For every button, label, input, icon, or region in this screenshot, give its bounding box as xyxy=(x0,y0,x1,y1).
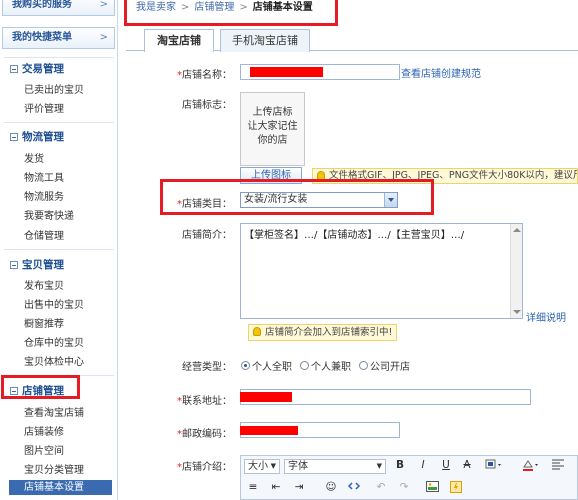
shop-rules-link[interactable]: 查看店铺创建规范 xyxy=(401,65,481,80)
sidebar-item-publish[interactable]: 发布宝贝 xyxy=(24,277,64,292)
purchased-services-button[interactable]: 我购买的服务 > xyxy=(2,0,115,16)
emoticon-icon[interactable]: ☺ xyxy=(324,481,338,493)
collapse-icon xyxy=(10,64,18,73)
section-trade[interactable]: 交易管理 xyxy=(10,61,64,76)
sidebar-item-sold-items[interactable]: 已卖出的宝贝 xyxy=(24,81,84,96)
section-title: 交易管理 xyxy=(22,63,64,75)
bg-color-icon[interactable] xyxy=(521,458,541,475)
scrollbar[interactable] xyxy=(510,224,522,318)
section-logistics[interactable]: 物流管理 xyxy=(10,129,64,144)
chevron-right-icon: > xyxy=(99,32,108,43)
sidebar-item-logistics-service[interactable]: 物流服务 xyxy=(24,188,64,203)
highlight-box xyxy=(160,179,434,215)
sidebar-item-basic-settings[interactable]: 店铺基本设置 xyxy=(9,480,112,495)
shortcut-menu-button[interactable]: 我的快捷菜单 > xyxy=(2,27,115,49)
radio-parttime[interactable]: 个人兼职 xyxy=(300,358,351,373)
intro-tip: 店铺简介会加入到店铺索引中! xyxy=(248,324,398,341)
highlight-box xyxy=(124,0,338,26)
logo-hint-line: 你的店 xyxy=(257,135,288,146)
chevron-down-icon: ▼ xyxy=(270,462,276,470)
sidebar: 我购买的服务 > 我的快捷菜单 > 交易管理 已卖出的宝贝 评价管理 物流管理 … xyxy=(0,0,118,500)
sidebar-item-logistics-tools[interactable]: 物流工具 xyxy=(24,169,64,184)
logo-hint-line: 上传店标 xyxy=(252,107,293,118)
redaction xyxy=(250,67,323,77)
shortcut-menu-label: 我的快捷菜单 xyxy=(12,32,72,43)
align-left-icon[interactable] xyxy=(551,459,565,473)
sidebar-item-ship[interactable]: 发货 xyxy=(24,150,44,165)
section-title: 物流管理 xyxy=(22,131,64,143)
scroll-up-icon[interactable] xyxy=(513,228,521,232)
description-label: *店铺介绍： xyxy=(177,462,232,473)
sidebar-item-view-shop[interactable]: 查看淘宝店铺 xyxy=(24,404,84,419)
font-color-icon[interactable] xyxy=(484,458,504,475)
scroll-down-icon[interactable] xyxy=(513,310,521,314)
radio-unchecked-icon xyxy=(359,361,368,370)
sidebar-item-decorate[interactable]: 店铺装修 xyxy=(24,423,64,438)
collapse-icon xyxy=(10,132,18,141)
bold-button[interactable]: B xyxy=(393,459,407,471)
sidebar-item-warehouse[interactable]: 仓储管理 xyxy=(24,227,64,242)
tab-taobao-shop[interactable]: 淘宝店铺 xyxy=(144,29,214,52)
intro-label: 店铺简介： xyxy=(182,230,232,241)
divider xyxy=(4,122,114,123)
sidebar-item-reviews[interactable]: 评价管理 xyxy=(24,100,64,115)
underline-button[interactable]: U xyxy=(439,459,453,471)
link-icon[interactable] xyxy=(347,481,361,494)
logo-hint-line: 让大家记住 xyxy=(247,121,298,132)
undo-icon[interactable]: ↶ xyxy=(374,481,388,493)
tab-mobile-shop[interactable]: 手机淘宝店铺 xyxy=(220,29,310,52)
font-size-select[interactable]: 大小 ▼ xyxy=(244,459,280,474)
logo-label: 店铺标志： xyxy=(182,100,232,111)
sidebar-item-showcase[interactable]: 橱窗推荐 xyxy=(24,315,64,330)
logo-upload-area[interactable]: 上传店标 让大家记住 你的店 xyxy=(240,92,305,166)
outdent-icon[interactable]: ⇤ xyxy=(269,481,283,493)
redaction xyxy=(240,392,292,402)
font-family-select[interactable]: 字体 ▼ xyxy=(284,459,386,474)
intro-textarea[interactable]: 【掌柜签名】…/【店铺动态】…/【主营宝贝】…/ xyxy=(240,223,523,319)
sidebar-item-on-sale[interactable]: 出售中的宝贝 xyxy=(24,296,84,311)
redaction xyxy=(240,426,298,435)
flash-icon[interactable] xyxy=(449,481,463,496)
divider xyxy=(4,57,114,58)
section-items[interactable]: 宝贝管理 xyxy=(10,257,64,272)
business-type-radios: 个人全职 个人兼职 公司开店 xyxy=(241,358,410,373)
tab-bar: 淘宝店铺 手机淘宝店铺 xyxy=(126,27,578,52)
redo-icon[interactable]: ↷ xyxy=(397,481,411,493)
shop-name-label: *店铺名称： xyxy=(177,70,232,81)
italic-button[interactable]: I xyxy=(416,459,430,471)
sidebar-item-category-manage[interactable]: 宝贝分类管理 xyxy=(24,461,84,476)
purchased-services-label: 我购买的服务 xyxy=(12,0,72,10)
intro-tip-text: 店铺简介会加入到店铺索引中! xyxy=(265,327,393,338)
strikethrough-button[interactable]: A xyxy=(460,459,474,471)
intro-text: 【掌柜签名】…/【店铺动态】…/【主营宝贝】…/ xyxy=(244,230,465,241)
radio-unchecked-icon xyxy=(300,361,309,370)
sidebar-item-health-check[interactable]: 宝贝体检中心 xyxy=(24,353,84,368)
chevron-right-icon: > xyxy=(99,0,108,10)
divider xyxy=(4,249,114,250)
collapse-icon xyxy=(10,260,18,269)
lightbulb-icon xyxy=(253,327,261,336)
list-icon[interactable]: ≡ xyxy=(246,481,260,493)
sidebar-item-image-space[interactable]: 图片空间 xyxy=(24,442,64,457)
highlight-box xyxy=(1,375,80,399)
rich-text-editor: 大小 ▼ 字体 ▼ B I U A ≡ ⇤ ⇥ ☺ ↶ ↷ xyxy=(240,455,578,500)
radio-checked-icon xyxy=(241,361,250,370)
address-label: *联系地址： xyxy=(177,396,232,407)
intro-detail-link[interactable]: 详细说明 xyxy=(526,309,566,324)
sidebar-item-in-warehouse[interactable]: 仓库中的宝贝 xyxy=(24,334,84,349)
image-icon[interactable] xyxy=(425,481,439,495)
business-type-label: 经营类型： xyxy=(182,362,232,373)
radio-company[interactable]: 公司开店 xyxy=(359,358,410,373)
chevron-down-icon: ▼ xyxy=(376,462,382,470)
section-title: 宝贝管理 xyxy=(22,259,64,271)
radio-fulltime[interactable]: 个人全职 xyxy=(241,358,292,373)
sidebar-item-send-express[interactable]: 我要寄快递 xyxy=(24,207,74,222)
zip-label: *邮政编码： xyxy=(177,429,232,440)
indent-icon[interactable]: ⇥ xyxy=(292,481,306,493)
